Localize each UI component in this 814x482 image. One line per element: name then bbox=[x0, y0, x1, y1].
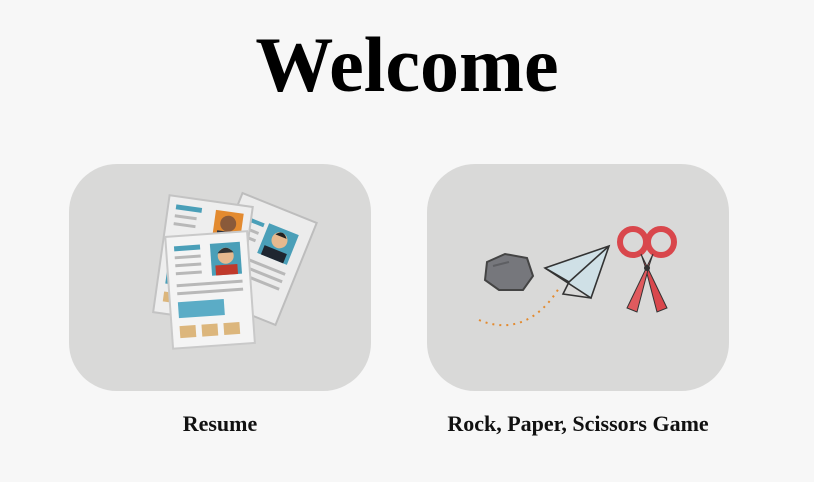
page-title: Welcome bbox=[255, 21, 559, 108]
rock-paper-scissors-icon bbox=[478, 226, 677, 327]
resume-documents-icon bbox=[152, 191, 318, 350]
resume-label[interactable]: Resume bbox=[69, 410, 371, 438]
resume-card[interactable] bbox=[69, 164, 371, 391]
rps-game-label[interactable]: Rock, Paper, Scissors Game bbox=[427, 410, 729, 438]
rock-paper-scissors-card[interactable] bbox=[427, 164, 729, 391]
